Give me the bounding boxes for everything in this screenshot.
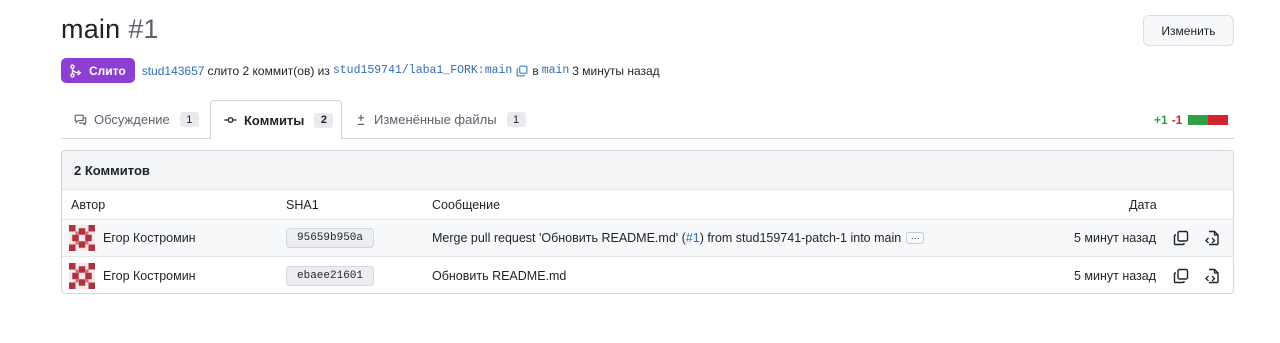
comment-icon [74,114,87,125]
col-message: Сообщение [432,197,501,212]
col-sha: SHA1 [286,197,319,212]
tab-discussion-label: Обсуждение [94,112,170,127]
tab-files[interactable]: Изменённые файлы 1 [354,100,526,139]
author-name[interactable]: Егор Костромин [103,231,196,245]
pr-meta: Слито stud143657 слито 2 коммит(ов) из s… [61,58,660,83]
date-cell: 5 минут назад [1074,231,1157,245]
author-cell: Егор Костромин [69,220,196,256]
into-text: в [532,63,539,78]
tab-files-label: Изменённые файлы [374,112,497,127]
avatar [69,262,95,289]
sha-button[interactable]: 95659b950a [286,228,375,248]
table-header: Автор SHA1 Сообщение Дата [62,190,1233,220]
commit-icon [224,117,237,123]
merged-text: слито 2 коммит(ов) из [207,63,330,78]
date-cell: 5 минут назад [1074,268,1157,283]
pr-number: #1 [128,14,159,44]
tab-commits-count: 2 [314,112,334,128]
status-badge: Слито [61,58,135,83]
tab-commits-label: Коммиты [244,112,305,128]
copy-sha-icon[interactable] [1173,220,1189,256]
col-date: Дата [1129,197,1157,212]
author-cell: Егор Костромин [69,257,196,293]
commit-message[interactable]: Обновить README.md [432,269,566,283]
message-cell: Merge pull request 'Обновить README.md' … [432,220,925,256]
user-link[interactable]: stud143657 [142,64,205,78]
pr-title: main [61,14,121,44]
sha-cell: ebaee21601 [286,257,375,293]
diffstat: +1 -1 [1154,113,1229,127]
diffstat-bar [1188,115,1229,125]
edit-button[interactable]: Изменить [1143,15,1234,46]
pr-tabs: Обсуждение 1 Коммиты 2 Изменённые файлы … [61,100,1234,140]
commits-table: 2 Коммитов Автор SHA1 Сообщение Дата Его… [61,150,1234,294]
commit-message-rest[interactable]: ) from stud159741-patch-1 into main [700,231,902,245]
sha-button[interactable]: ebaee21601 [286,265,375,286]
tab-files-count: 1 [506,112,526,127]
target-branch-link[interactable]: main [542,64,570,77]
plus-minus-icon [357,114,365,125]
diffstat-deletions: -1 [1171,113,1183,127]
tab-discussion-count: 1 [179,112,199,127]
message-cell: Обновить README.md [432,257,566,293]
sha-cell: 95659b950a [286,220,375,256]
pr-title-row: main #1 [61,14,158,50]
commit-message[interactable]: Merge pull request 'Обновить README.md' … [432,231,686,245]
pr-link[interactable]: #1 [686,231,700,245]
commits-heading: 2 Коммитов [62,151,1233,190]
diffstat-additions: +1 [1154,113,1168,127]
expand-message-button[interactable]: ··· [906,232,925,244]
browse-files-icon[interactable] [1204,220,1220,256]
author-name[interactable]: Егор Костромин [103,269,196,283]
merge-icon [70,63,82,78]
copy-icon[interactable] [516,65,528,77]
browse-files-icon[interactable] [1204,257,1220,293]
avatar [69,225,95,251]
copy-sha-icon[interactable] [1173,257,1189,293]
time-text: 3 минуты назад [572,63,660,78]
table-row: Егор Костромин ebaee21601 Обновить READM… [62,257,1233,293]
source-branch-link[interactable]: stud159741/laba1_FORK:main [333,64,512,77]
table-row: Егор Костромин 95659b950a Merge pull req… [62,220,1233,257]
status-badge-label: Слито [89,63,126,78]
tab-discussion[interactable]: Обсуждение 1 [73,100,199,139]
col-author: Автор [71,197,106,212]
tab-commits[interactable]: Коммиты 2 [210,100,342,140]
